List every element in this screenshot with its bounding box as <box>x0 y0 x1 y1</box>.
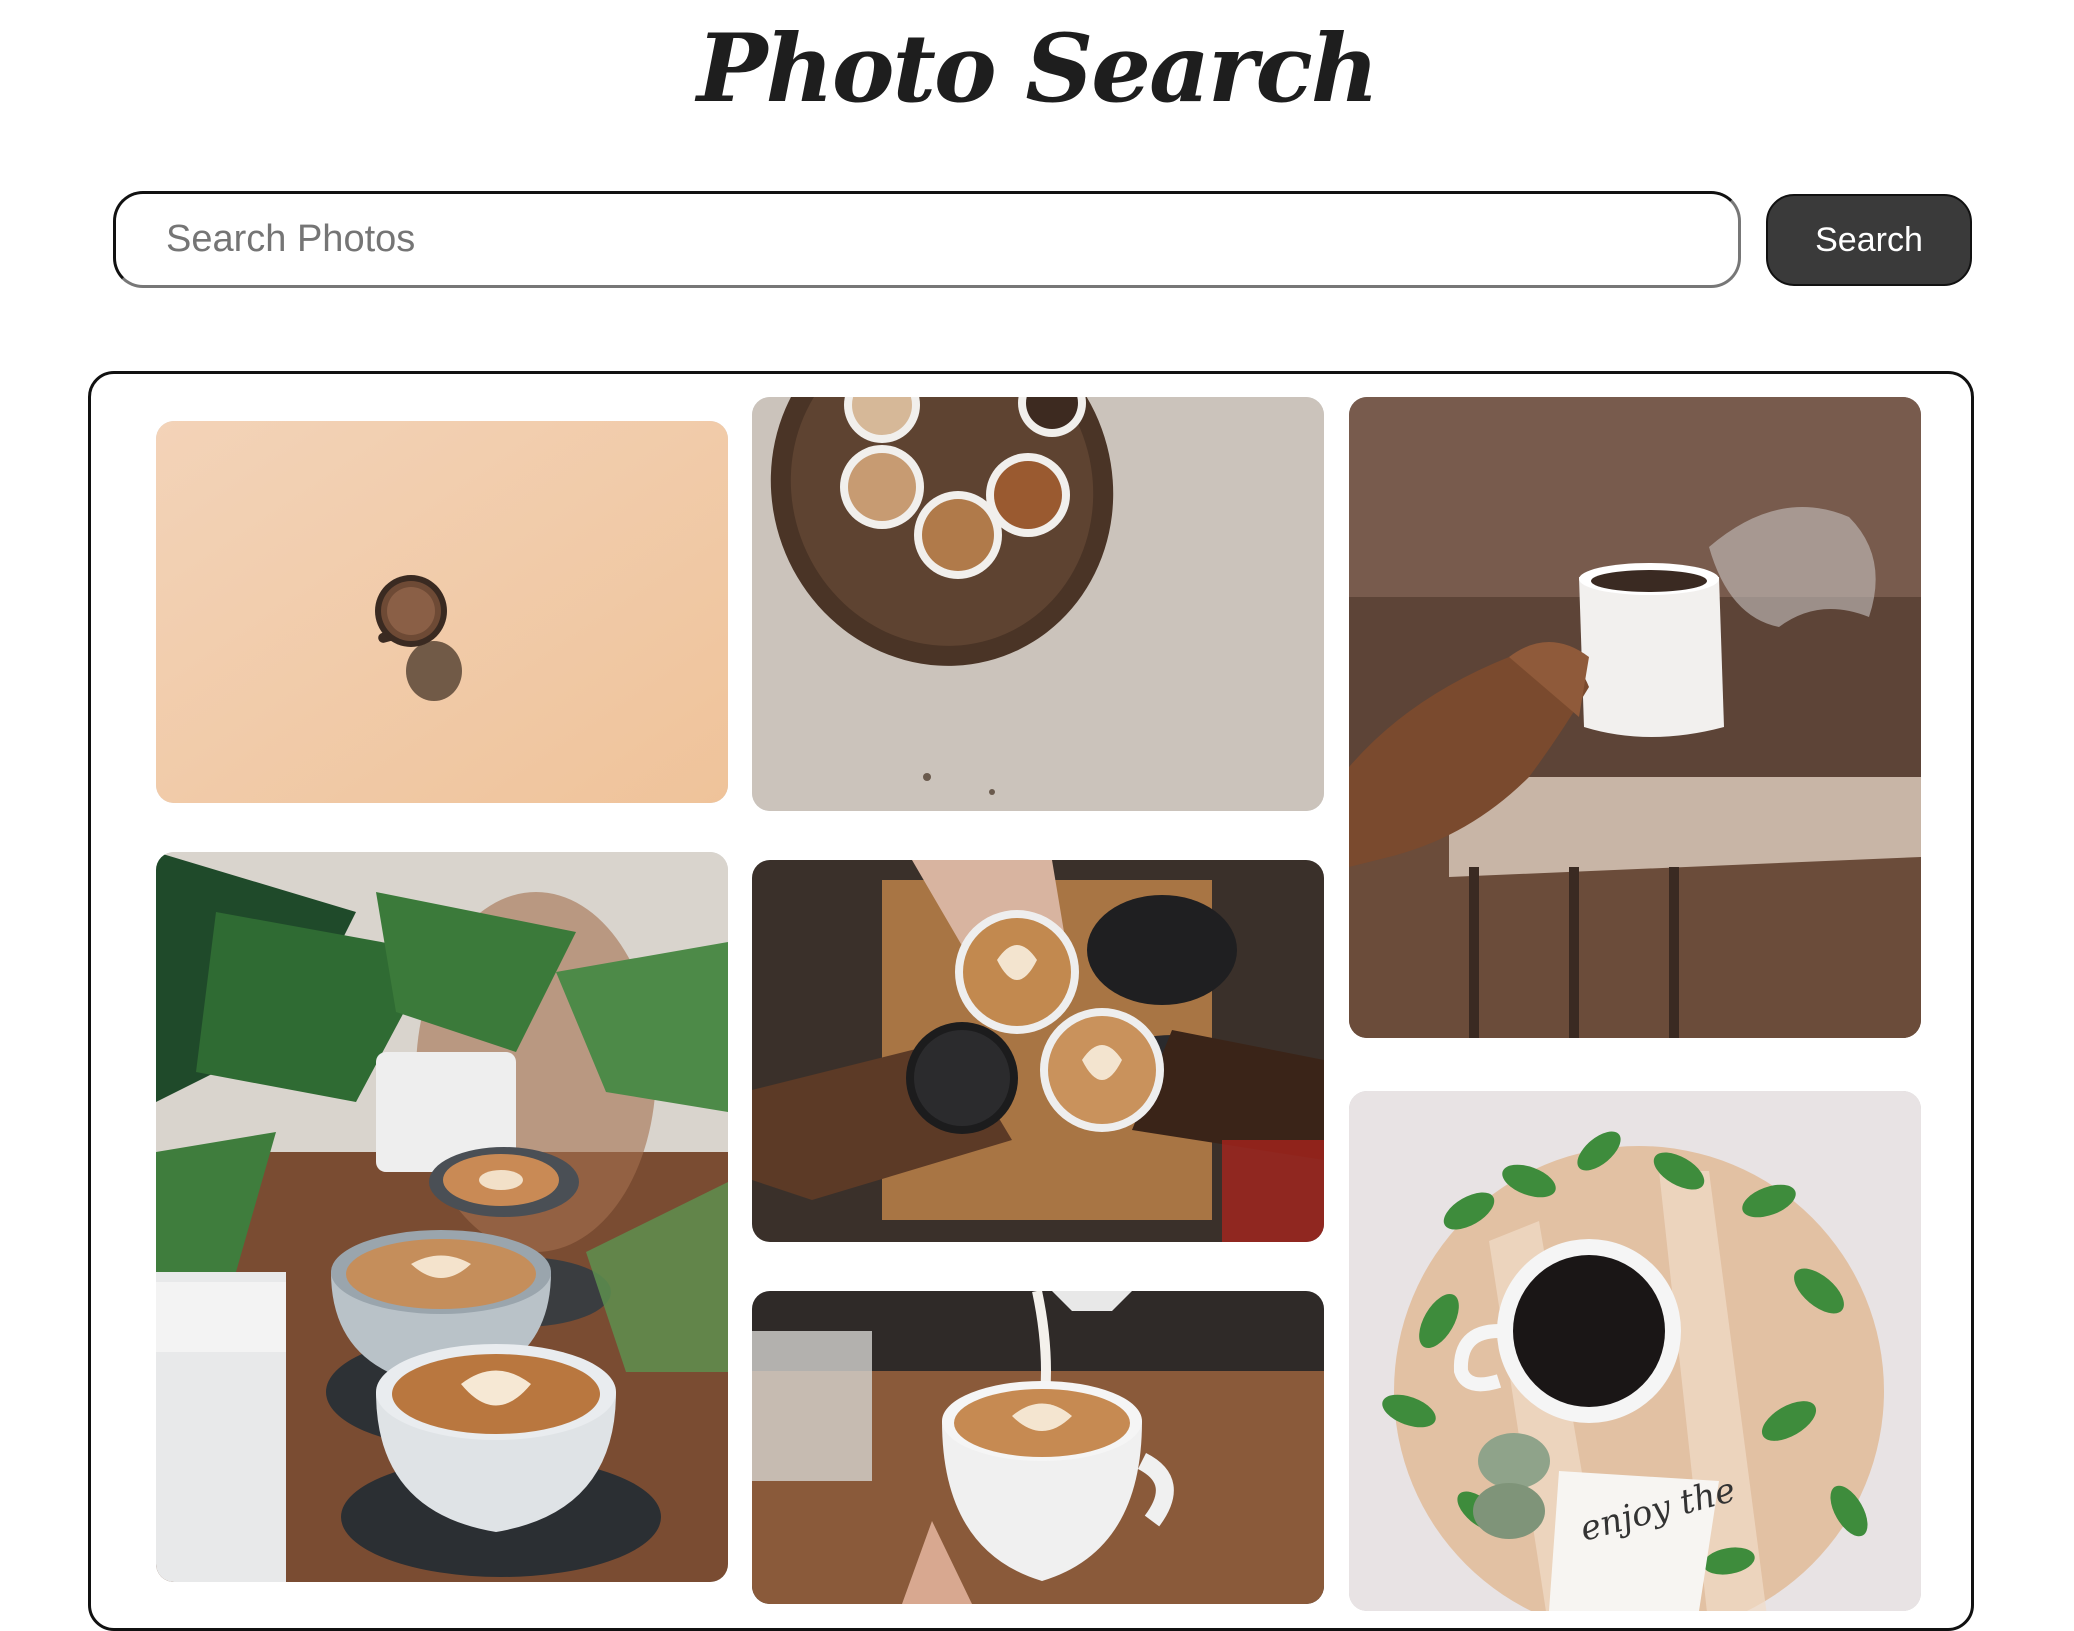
latte-pour-image <box>752 1291 1324 1604</box>
search-button[interactable]: Search <box>1766 194 1972 286</box>
photo-card[interactable] <box>752 1291 1324 1604</box>
coffee-toast-image <box>752 860 1324 1242</box>
latte-cups-image <box>156 852 728 1582</box>
steaming-mug-image <box>1349 397 1921 1038</box>
photo-card[interactable] <box>156 852 728 1582</box>
page-title: Photo Search <box>696 14 1379 124</box>
photo-card[interactable] <box>752 860 1324 1242</box>
photo-card[interactable] <box>1349 397 1921 1038</box>
coffee-table-image <box>752 397 1324 811</box>
coffee-cup-image <box>156 421 728 803</box>
search-input[interactable] <box>113 191 1741 288</box>
black-coffee-image: enjoy the <box>1349 1091 1921 1611</box>
photo-card[interactable] <box>752 397 1324 811</box>
photo-gallery: enjoy the <box>88 371 1974 1631</box>
photo-card[interactable]: enjoy the <box>1349 1091 1921 1611</box>
photo-card[interactable] <box>156 421 728 803</box>
